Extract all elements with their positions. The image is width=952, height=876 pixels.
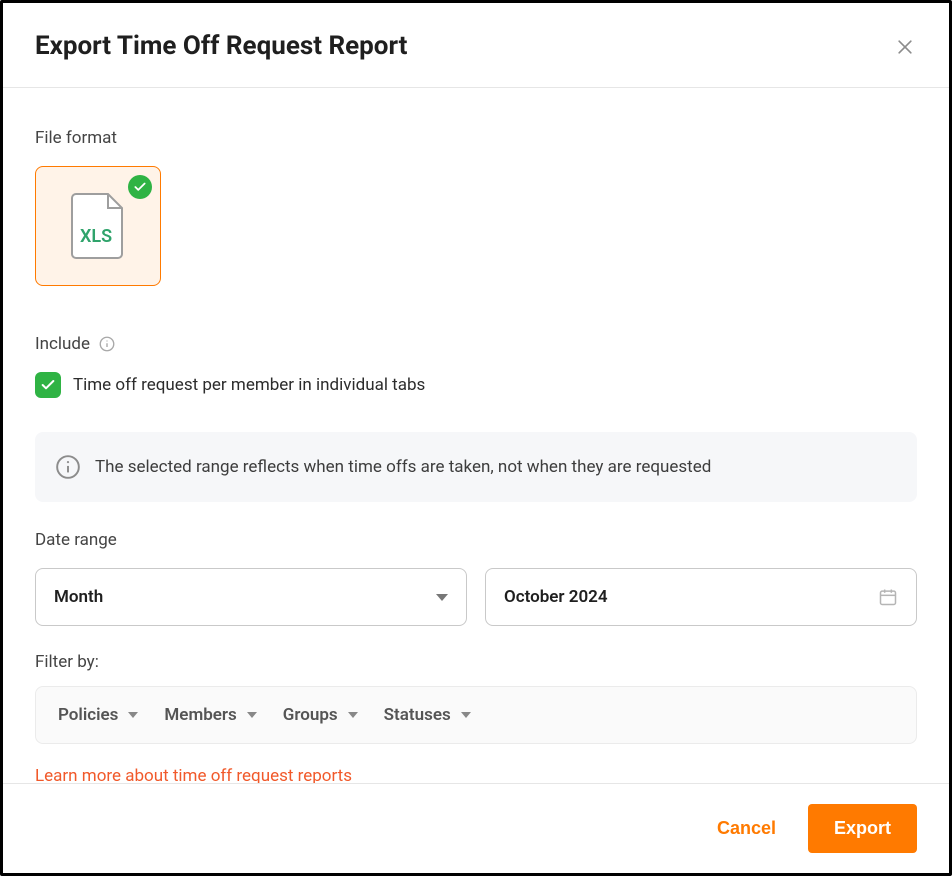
check-icon (133, 180, 147, 194)
file-xls-icon: XLS (70, 192, 126, 260)
chevron-down-icon (348, 712, 358, 718)
info-banner: The selected range reflects when time of… (35, 432, 917, 502)
include-section: Include Time off request per member in i… (35, 334, 917, 398)
filter-policies[interactable]: Policies (58, 705, 138, 725)
include-label: Include (35, 334, 917, 354)
export-button[interactable]: Export (808, 804, 917, 853)
include-checkbox-row: Time off request per member in individua… (35, 372, 917, 398)
chevron-down-icon (247, 712, 257, 718)
filter-by-label: Filter by: (35, 652, 917, 672)
modal-footer: Cancel Export (3, 783, 949, 873)
modal-header: Export Time Off Request Report (3, 3, 949, 87)
include-checkbox[interactable] (35, 372, 61, 398)
chevron-down-icon (436, 594, 448, 601)
filter-members[interactable]: Members (164, 705, 256, 725)
chevron-down-icon (461, 712, 471, 718)
file-format-option-xls[interactable]: XLS (35, 166, 161, 286)
close-button[interactable] (893, 35, 917, 59)
include-checkbox-label: Time off request per member in individua… (73, 375, 425, 395)
filter-label: Members (164, 705, 236, 725)
file-format-label: File format (35, 128, 917, 148)
filter-label: Policies (58, 705, 118, 725)
filter-groups[interactable]: Groups (283, 705, 358, 725)
date-range-section: Date range Month October 2024 (35, 530, 917, 626)
check-icon (40, 377, 56, 393)
info-banner-text: The selected range reflects when time of… (95, 457, 711, 477)
calendar-icon (878, 587, 898, 607)
include-label-text: Include (35, 334, 90, 354)
date-range-unit-value: Month (54, 587, 103, 607)
filter-label: Statuses (384, 705, 451, 725)
date-range-row: Month October 2024 (35, 568, 917, 626)
selected-check-badge (128, 175, 152, 199)
info-icon (55, 454, 81, 480)
close-icon (895, 37, 915, 57)
filter-statuses[interactable]: Statuses (384, 705, 471, 725)
info-icon[interactable] (98, 335, 116, 353)
export-modal: Export Time Off Request Report File form… (0, 0, 952, 876)
date-range-unit-select[interactable]: Month (35, 568, 467, 626)
chevron-down-icon (128, 712, 138, 718)
filter-label: Groups (283, 705, 338, 725)
date-range-value-picker[interactable]: October 2024 (485, 568, 917, 626)
cancel-button[interactable]: Cancel (707, 810, 786, 847)
modal-title: Export Time Off Request Report (35, 31, 407, 61)
modal-body: File format XLS Include (3, 88, 949, 783)
learn-more-link[interactable]: Learn more about time off request report… (35, 766, 352, 783)
date-range-label: Date range (35, 530, 917, 550)
filter-bar: Policies Members Groups Statuses (35, 686, 917, 744)
learn-more: Learn more about time off request report… (35, 766, 917, 783)
date-range-value: October 2024 (504, 587, 608, 607)
svg-text:XLS: XLS (80, 226, 112, 247)
filter-by-section: Filter by: Policies Members Groups Statu… (35, 652, 917, 744)
